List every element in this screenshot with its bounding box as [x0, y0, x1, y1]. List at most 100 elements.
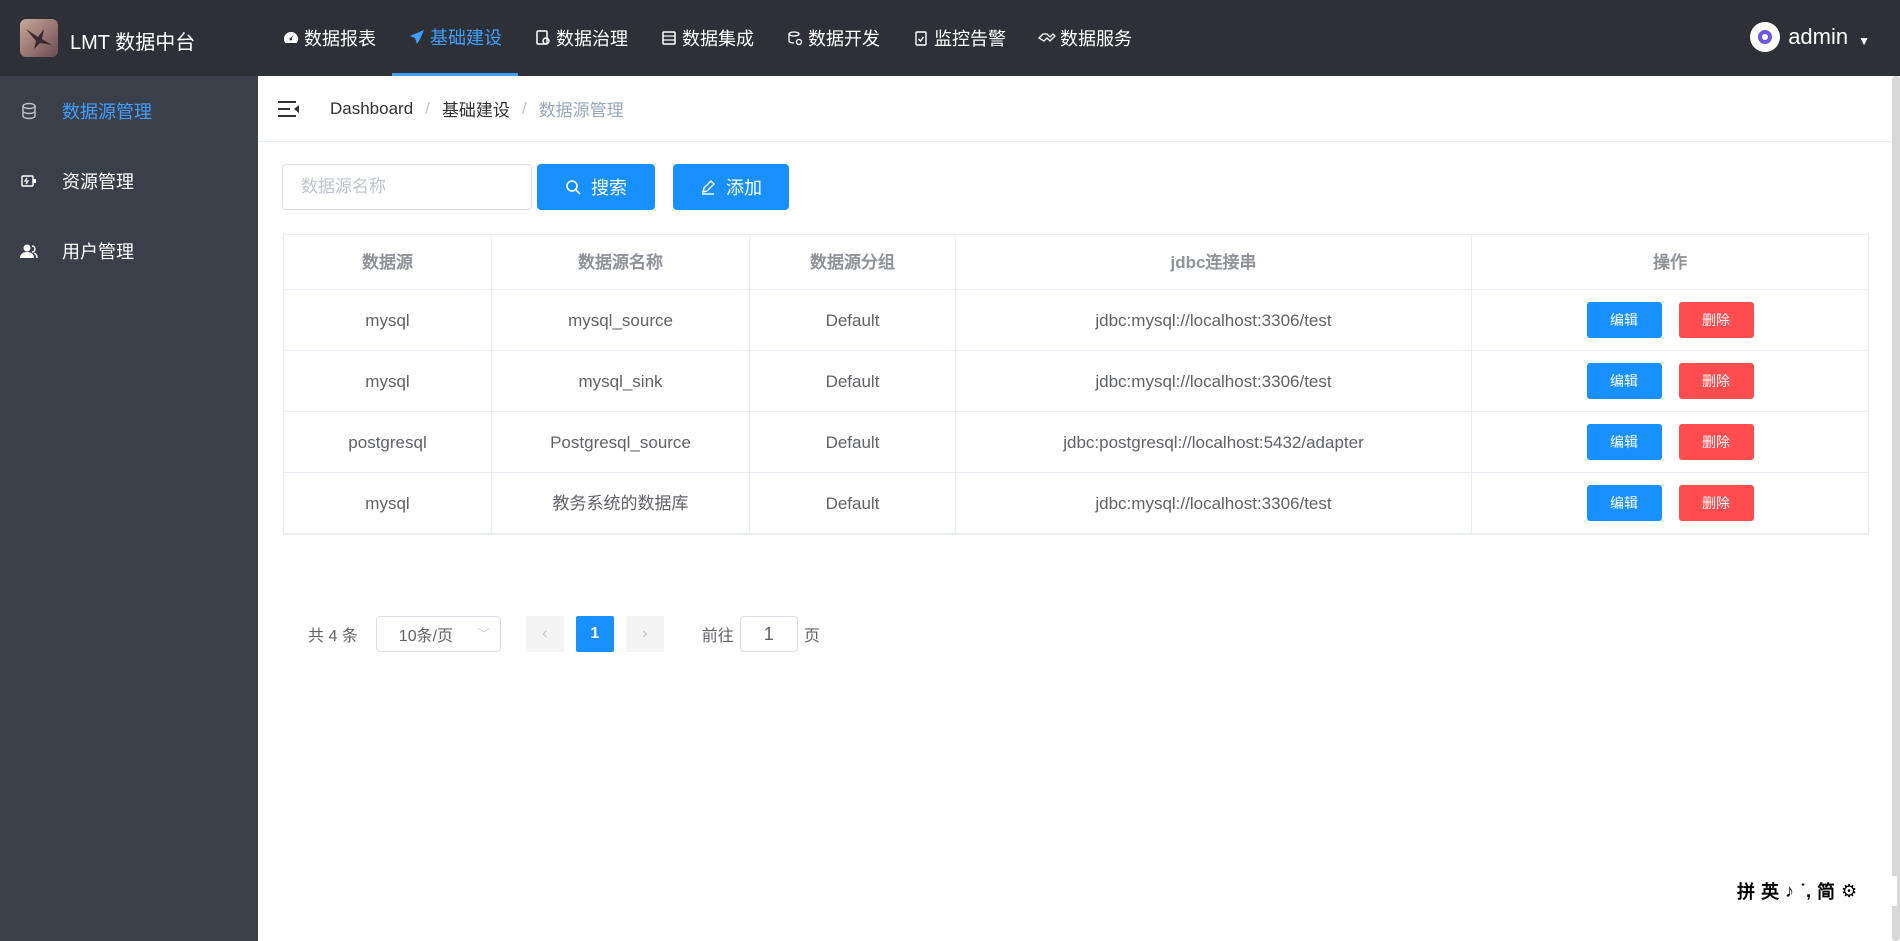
user-menu[interactable]: admin ▼ [1750, 22, 1870, 52]
nav-item-reports[interactable]: 数据报表 [266, 0, 392, 76]
user-icon [20, 242, 38, 260]
edit-button[interactable]: 编辑 [1586, 424, 1662, 460]
cell-name: mysql_sink [492, 351, 750, 412]
top-navbar: LMT 数据中台 数据报表 基础建设 数据治理 数据集成 数据开发 监控告警 数 [0, 0, 1900, 76]
nav-item-integration[interactable]: 数据集成 [644, 0, 770, 76]
datasource-name-search-input[interactable] [282, 164, 532, 210]
edit-button[interactable]: 编辑 [1586, 302, 1662, 338]
main-nav: 数据报表 基础建设 数据治理 数据集成 数据开发 监控告警 数据服务 [266, 0, 1148, 76]
nav-item-label: 数据集成 [682, 29, 754, 49]
server-icon [660, 29, 678, 47]
cell-group: Default [750, 351, 956, 412]
cell-name: mysql_source [492, 290, 750, 351]
edit-button[interactable]: 编辑 [1586, 363, 1662, 399]
sidebar-item-resources[interactable]: 资源管理 [0, 146, 258, 216]
ime-settings-icon[interactable]: ⚙ [1841, 881, 1857, 902]
datasource-table: 数据源 数据源名称 数据源分组 jdbc连接串 操作 mysql mysql_s… [283, 234, 1869, 535]
delete-button[interactable]: 删除 [1678, 485, 1754, 521]
breadcrumb-separator: / [425, 98, 430, 118]
ime-pinyin-icon[interactable]: 拼 [1737, 878, 1755, 904]
delete-button[interactable]: 删除 [1678, 424, 1754, 460]
add-button[interactable]: 添加 [673, 164, 789, 210]
sidebar-item-label: 用户管理 [62, 242, 134, 262]
ime-toolbar: 拼 英 ♪ ˙, 简 ⚙ [1727, 876, 1897, 906]
cell-actions: 编辑 删除 [1472, 290, 1868, 351]
cell-name: 教务系统的数据库 [492, 473, 750, 534]
paper-plane-icon [408, 28, 426, 46]
column-header: 数据源 [284, 235, 492, 290]
search-button-label: 搜索 [591, 178, 627, 198]
cell-jdbc: jdbc:mysql://localhost:3306/test [956, 351, 1472, 412]
nav-item-label: 数据治理 [556, 29, 628, 49]
prev-page-button[interactable]: ‹ [525, 616, 564, 652]
database-gear-icon [786, 29, 804, 47]
breadcrumb-item-current: 数据源管理 [538, 101, 624, 120]
page-size-value: 10条/页 [398, 628, 454, 645]
handshake-icon [1038, 29, 1056, 47]
dashboard-icon [282, 29, 300, 47]
ime-simplified-icon[interactable]: 简 [1817, 878, 1835, 904]
cell-source: postgresql [284, 412, 492, 473]
cell-actions: 编辑 删除 [1472, 351, 1868, 412]
app-logo[interactable] [20, 19, 58, 57]
page-number-button[interactable]: 1 [575, 616, 614, 652]
scrollbar-thumb[interactable] [1892, 76, 1900, 941]
table-row: mysql mysql_sink Default jdbc:mysql://lo… [284, 351, 1868, 412]
governance-icon [534, 29, 552, 47]
cell-source: mysql [284, 290, 492, 351]
column-header: 数据源名称 [492, 235, 750, 290]
cell-group: Default [750, 473, 956, 534]
breadcrumb-separator: / [521, 98, 527, 118]
search-button[interactable]: 搜索 [537, 164, 655, 210]
breadcrumb-bar: Dashboard / 基础建设 / 数据源管理 [258, 76, 1892, 142]
sidebar: 数据源管理 资源管理 用户管理 [0, 76, 258, 941]
next-page-button[interactable]: › [625, 616, 664, 652]
add-button-label: 添加 [726, 178, 762, 198]
nav-item-label: 监控告警 [934, 29, 1006, 49]
nav-item-label: 数据开发 [808, 29, 880, 49]
resource-icon [20, 172, 38, 190]
delete-button[interactable]: 删除 [1678, 363, 1754, 399]
search-icon [565, 179, 581, 195]
goto-page-input[interactable] [739, 616, 798, 652]
table-row: mysql 教务系统的数据库 Default jdbc:mysql://loca… [284, 473, 1868, 534]
table-header-row: 数据源 数据源名称 数据源分组 jdbc连接串 操作 [284, 235, 1868, 290]
delete-button[interactable]: 删除 [1678, 302, 1754, 338]
ime-sound-icon[interactable]: ♪ [1785, 881, 1794, 902]
sidebar-item-users[interactable]: 用户管理 [0, 216, 258, 286]
nav-item-service[interactable]: 数据服务 [1022, 0, 1148, 76]
column-header: 数据源分组 [750, 235, 956, 290]
nav-item-development[interactable]: 数据开发 [770, 0, 896, 76]
search-toolbar: 搜索 添加 [282, 164, 789, 210]
breadcrumb-item-dashboard[interactable]: Dashboard [330, 99, 413, 119]
cell-source: mysql [284, 473, 492, 534]
database-icon [20, 102, 38, 120]
page-size-select[interactable]: 10条/页 ﹀ [375, 616, 501, 652]
cell-name: Postgresql_source [492, 412, 750, 473]
cell-jdbc: jdbc:mysql://localhost:3306/test [956, 290, 1472, 351]
ime-english-icon[interactable]: 英 [1761, 878, 1779, 904]
cell-jdbc: jdbc:mysql://localhost:3306/test [956, 473, 1472, 534]
edit-pen-icon [700, 179, 716, 195]
caret-down-icon: ▼ [1858, 34, 1870, 48]
nav-item-monitoring[interactable]: 监控告警 [896, 0, 1022, 76]
cell-group: Default [750, 290, 956, 351]
user-name: admin [1788, 24, 1849, 49]
nav-item-label: 数据服务 [1060, 29, 1132, 49]
breadcrumb-item-infrastructure[interactable]: 基础建设 [442, 96, 510, 121]
chevron-left-icon: ‹ [542, 625, 548, 642]
nav-item-label: 基础建设 [430, 27, 502, 48]
breadcrumb: Dashboard / 基础建设 / 数据源管理 [330, 96, 624, 121]
chevron-down-icon: ﹀ [477, 627, 490, 641]
nav-item-label: 数据报表 [304, 29, 376, 49]
cell-actions: 编辑 删除 [1472, 412, 1868, 473]
goto-prefix: 前往 [701, 628, 734, 645]
nav-item-infrastructure[interactable]: 基础建设 [392, 0, 518, 76]
sidebar-item-datasource[interactable]: 数据源管理 [0, 76, 258, 146]
ime-punctuation-icon[interactable]: ˙, [1800, 881, 1811, 902]
chevron-right-icon: › [642, 625, 648, 642]
nav-item-governance[interactable]: 数据治理 [518, 0, 644, 76]
edit-button[interactable]: 编辑 [1586, 485, 1662, 521]
menu-toggle-icon[interactable] [278, 100, 300, 118]
clipboard-icon [912, 29, 930, 47]
